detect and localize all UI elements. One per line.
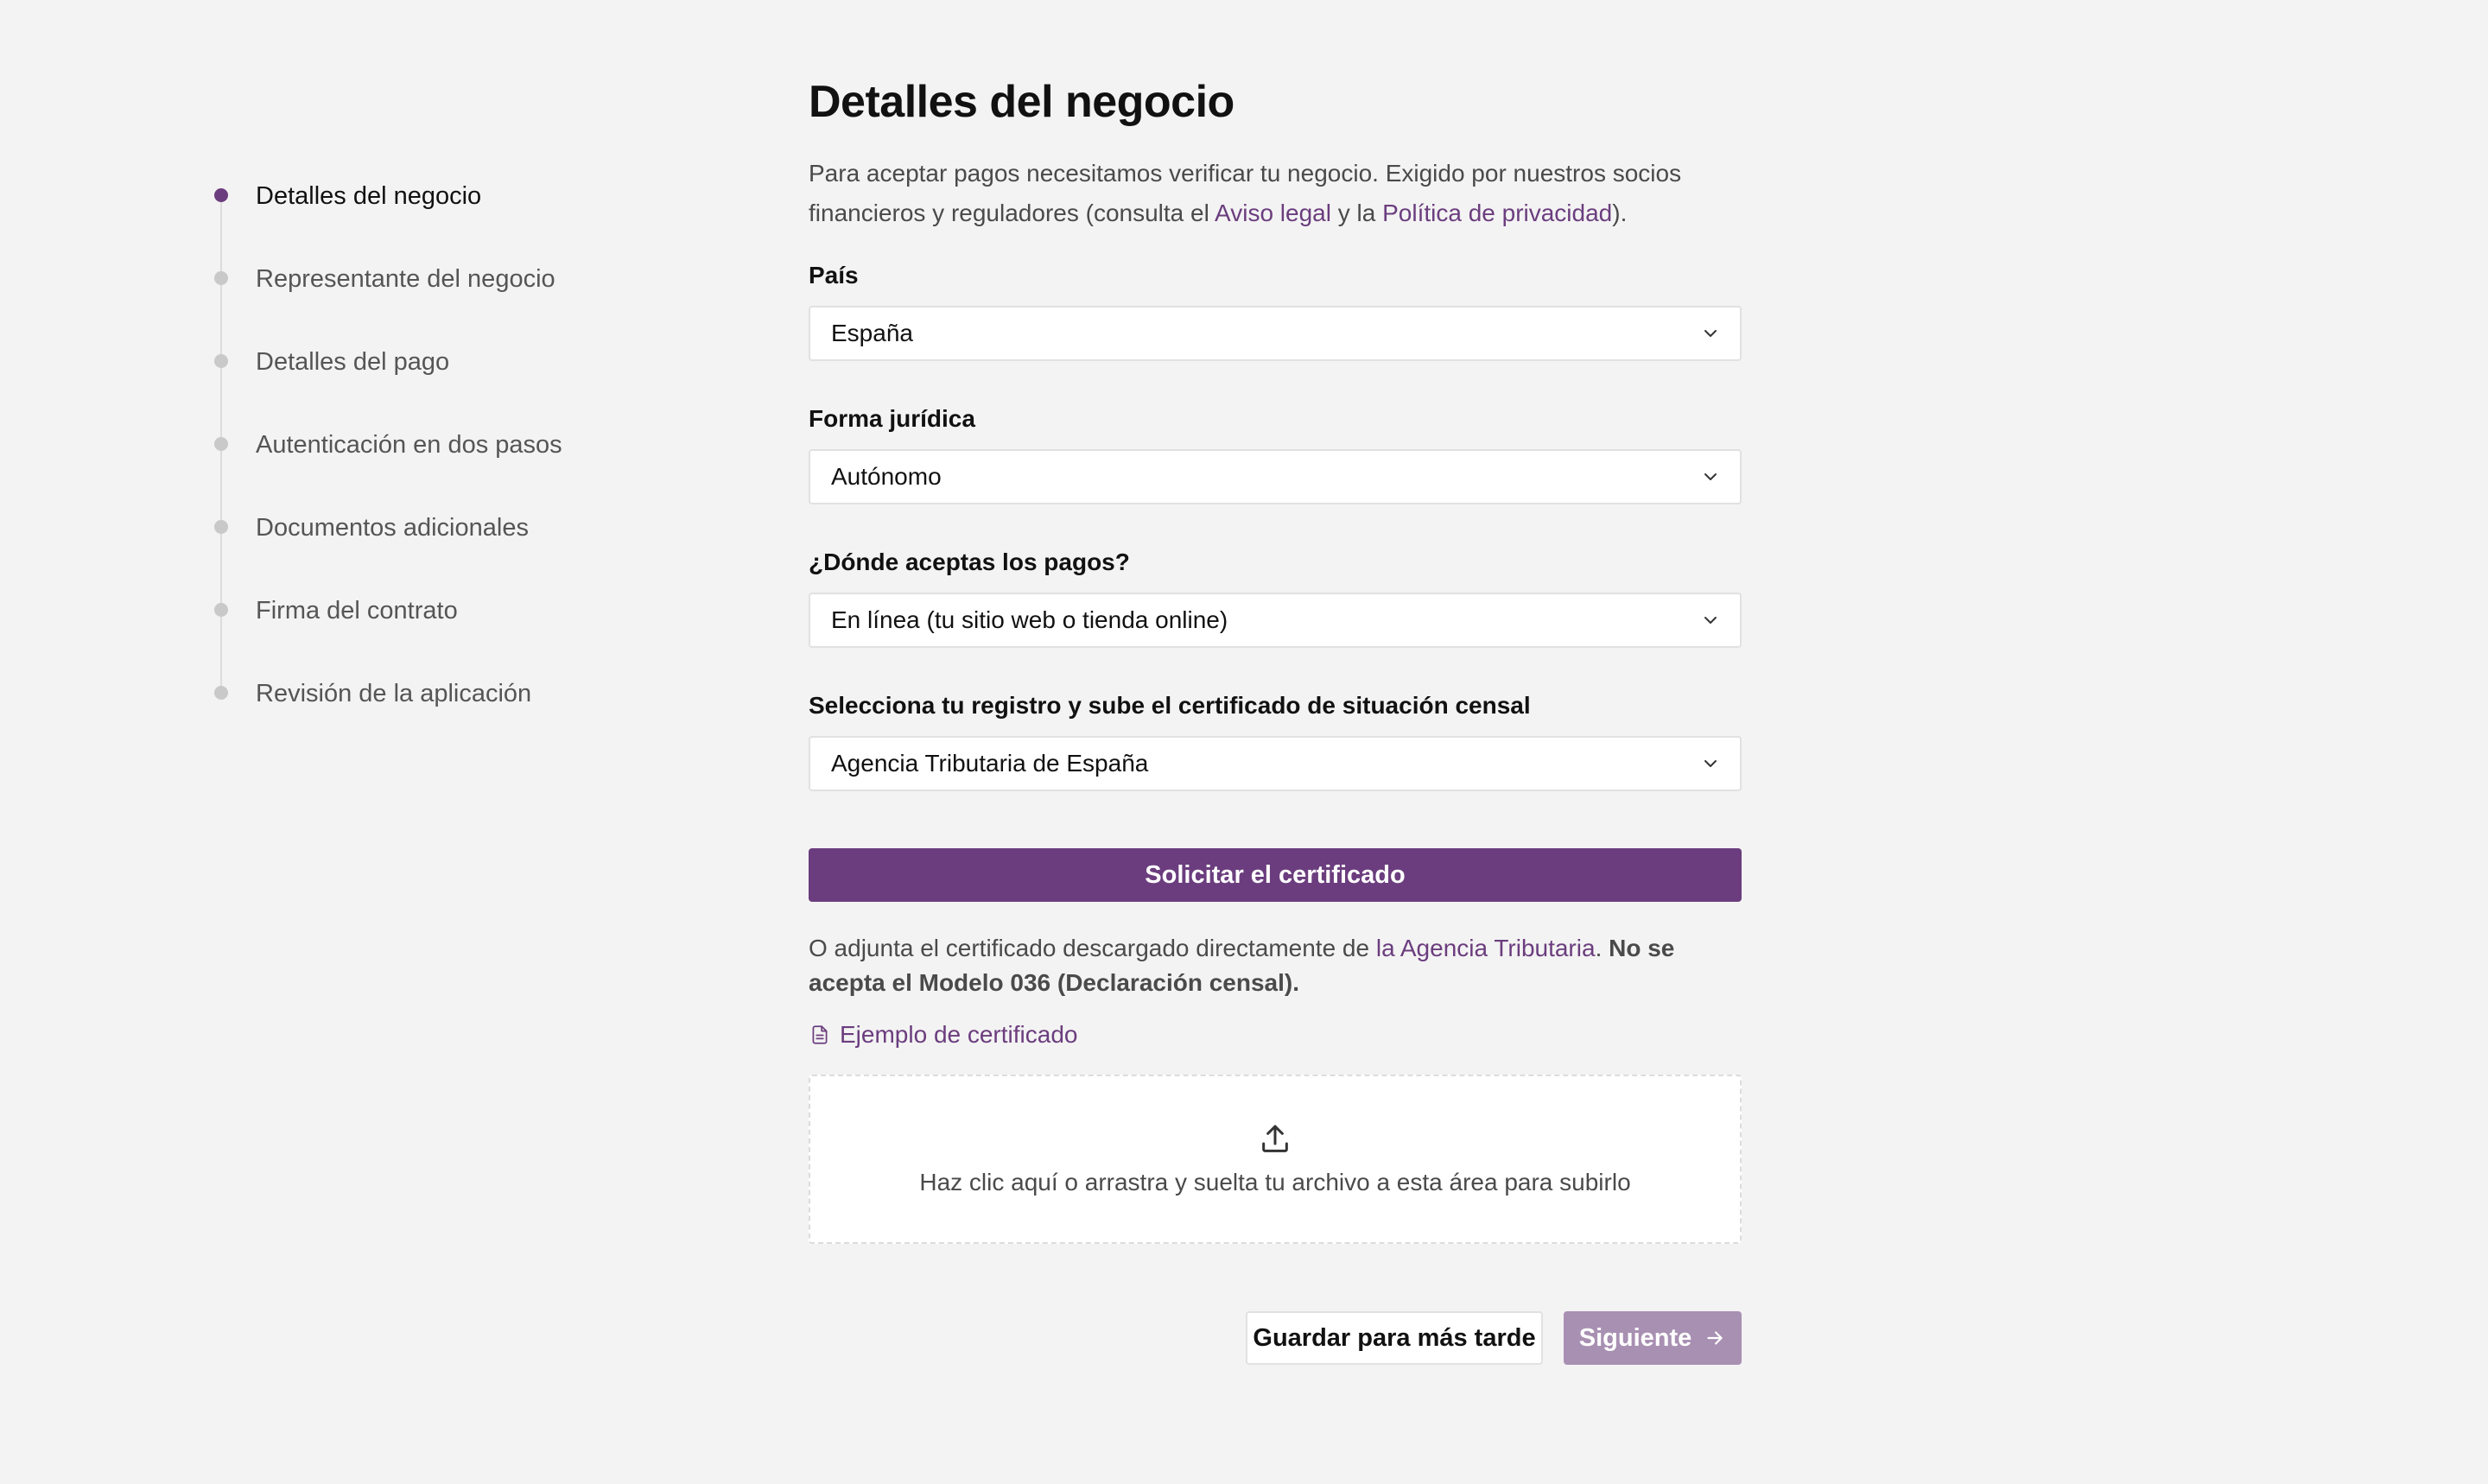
step-dot [214, 437, 228, 451]
payment-place-select[interactable]: En línea (tu sitio web o tienda online) [809, 593, 1742, 648]
registry-value: Agencia Tributaria de España [831, 750, 1149, 777]
next-button[interactable]: Siguiente [1564, 1311, 1742, 1365]
arrow-right-icon [1707, 1331, 1723, 1345]
request-certificate-button[interactable]: Solicitar el certificado [809, 848, 1742, 902]
step-label: Detalles del negocio [256, 182, 482, 210]
tax-agency-link[interactable]: la Agencia Tributaria [1376, 935, 1596, 961]
save-for-later-button[interactable]: Guardar para más tarde [1246, 1311, 1543, 1365]
chevron-down-icon [1704, 330, 1717, 337]
step-dot [214, 271, 228, 285]
file-upload-dropzone[interactable]: Haz clic aquí o arrastra y suelta tu arc… [809, 1075, 1742, 1244]
business-details-form: Detalles del negocio Para aceptar pagos … [809, 71, 1742, 1244]
step-label: Detalles del pago [256, 348, 450, 376]
legal-form-select[interactable]: Autónomo [809, 449, 1742, 504]
upload-icon [1262, 1125, 1288, 1152]
step-detalles-pago[interactable]: Detalles del pago [214, 339, 698, 422]
page-title: Detalles del negocio [809, 77, 1234, 127]
country-label: País [809, 262, 859, 289]
form-footer: Guardar para más tarde Siguiente [809, 1311, 1742, 1365]
chevron-down-icon [1704, 617, 1717, 624]
step-dot [214, 686, 228, 700]
step-label: Documentos adicionales [256, 514, 529, 542]
payment-place-label: ¿Dónde aceptas los pagos? [809, 549, 1130, 575]
chevron-down-icon [1704, 760, 1717, 767]
certificate-note: O adjunta el certificado descargado dire… [809, 931, 1742, 1000]
legal-form-label: Forma jurídica [809, 405, 975, 432]
intro-suffix: ). [1612, 200, 1628, 226]
step-revision-aplicacion[interactable]: Revisión de la aplicación [214, 670, 698, 753]
step-label: Autenticación en dos pasos [256, 431, 562, 459]
privacy-policy-link[interactable]: Política de privacidad [1382, 200, 1612, 226]
payment-place-value: En línea (tu sitio web o tienda online) [831, 606, 1228, 633]
chevron-down-icon [1704, 473, 1717, 480]
certificate-example-label: Ejemplo de certificado [840, 1021, 1078, 1048]
intro-mid: y la [1330, 200, 1383, 226]
registry-select[interactable]: Agencia Tributaria de España [809, 736, 1742, 791]
document-icon [812, 1025, 828, 1044]
country-select[interactable]: España [809, 306, 1742, 361]
dropzone-text: Haz clic aquí o arrastra y suelta tu arc… [919, 1169, 1631, 1195]
step-dot [214, 354, 228, 368]
step-label: Revisión de la aplicación [256, 680, 532, 707]
onboarding-stepper: Detalles del negocio Representante del n… [214, 173, 698, 753]
country-value: España [831, 320, 913, 346]
step-label: Firma del contrato [256, 597, 458, 625]
legal-notice-link[interactable]: Aviso legal [1215, 200, 1331, 226]
step-label: Representante del negocio [256, 265, 555, 293]
step-detalles-negocio[interactable]: Detalles del negocio [214, 173, 698, 256]
note-prefix: O adjunta el certificado descargado dire… [809, 935, 1376, 961]
certificate-example-link[interactable]: Ejemplo de certificado [809, 1021, 1742, 1049]
step-dot [214, 603, 228, 617]
step-firma-contrato[interactable]: Firma del contrato [214, 587, 698, 670]
intro-text: Para aceptar pagos necesitamos verificar… [809, 154, 1742, 233]
note-period: . [1595, 935, 1609, 961]
step-documentos-adicionales[interactable]: Documentos adicionales [214, 504, 698, 587]
registry-label: Selecciona tu registro y sube el certifi… [809, 692, 1531, 719]
step-representante-negocio[interactable]: Representante del negocio [214, 256, 698, 339]
legal-form-value: Autónomo [831, 463, 942, 490]
step-dot-active [214, 188, 228, 202]
step-dot [214, 520, 228, 534]
next-label: Siguiente [1578, 1323, 1692, 1352]
step-autenticacion[interactable]: Autenticación en dos pasos [214, 422, 698, 504]
